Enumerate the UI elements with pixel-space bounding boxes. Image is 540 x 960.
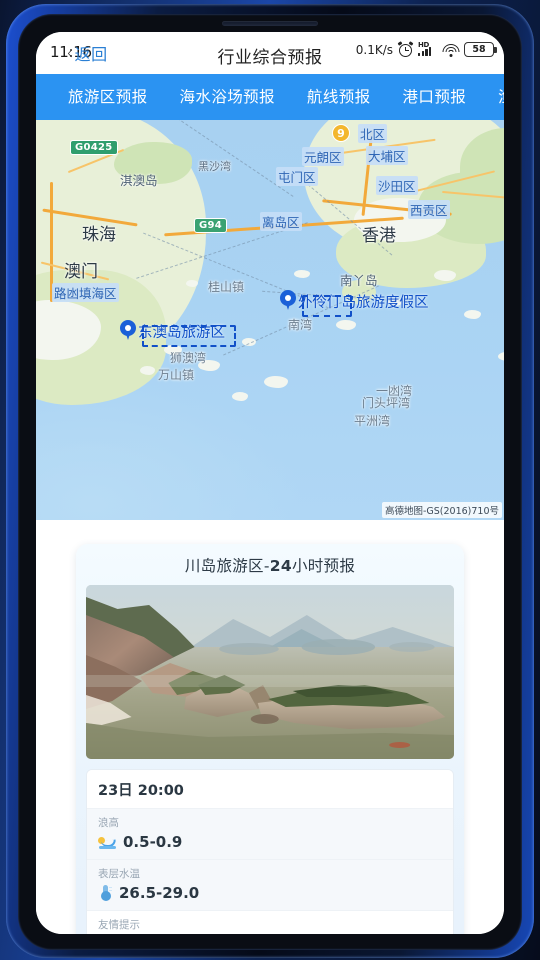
status-icons: 0.1K/s HD 58 <box>355 41 497 57</box>
forecast-card-title: 川岛旅游区-24小时预报 <box>86 554 454 576</box>
battery-icon: 58 <box>464 42 497 57</box>
map-label-nanwan: 南湾 <box>288 318 313 332</box>
tab-tourism-forecast[interactable]: 旅游区预报 <box>52 74 164 120</box>
map-node-badge: 9 <box>332 124 350 142</box>
battery-level: 58 <box>472 44 486 55</box>
map-label-macau: 澳门 <box>64 262 98 282</box>
map-label-lamma-island: 南丫岛 <box>340 273 378 288</box>
tab-route-forecast[interactable]: 航线预报 <box>291 74 387 120</box>
phone-bezel-outer: 11:16 ‹ 返回 行业综合预报 0.1K/s HD 58 旅游区预报 海水浴… <box>6 4 534 958</box>
category-tab-bar[interactable]: 旅游区预报 海水浴场预报 航线预报 港口预报 渔场 <box>36 74 504 120</box>
map-marker-wailingding-island[interactable]: 外伶仃岛旅游度假区 <box>280 290 429 312</box>
wifi-icon <box>442 43 459 57</box>
signal-icon: HD <box>418 41 437 57</box>
forecast-card: 川岛旅游区-24小时预报 23日 20:00 浪高 0.5-0.9 表层水温 2… <box>76 544 464 934</box>
map-marker-label: 东澳岛旅游区 <box>138 325 225 341</box>
phone-screen: 11:16 ‹ 返回 行业综合预报 0.1K/s HD 58 旅游区预报 海水浴… <box>36 32 504 934</box>
map-label-lugou-reclamation: 路凼填海区 <box>52 283 119 302</box>
forecast-tip-label: 友情提示 <box>98 919 140 931</box>
map-label-yuen-long: 元朗区 <box>302 147 344 166</box>
map-marker-dongao-island[interactable]: 东澳岛旅游区 <box>120 320 225 342</box>
network-speed-label: 0.1K/s <box>355 42 393 57</box>
alarm-icon <box>397 41 414 57</box>
map-attribution: 高德地图-GS(2016)710号 <box>381 502 502 518</box>
map-label-heisha-bay: 黑沙湾 <box>198 160 231 173</box>
map-label-pingzhou-bay: 平洲湾 <box>354 414 391 428</box>
map-label-qiao-island: 淇澳岛 <box>120 173 158 188</box>
islet-m <box>186 280 198 287</box>
forecast-row-value-wrap: 26.5-29.0 <box>98 884 442 902</box>
map-label-tuen-mun: 屯门区 <box>276 167 318 186</box>
forecast-detail-box: 23日 20:00 浪高 0.5-0.9 表层水温 26.5-29.0 友情提示 <box>86 769 454 934</box>
map-marker-label: 外伶仃岛旅游度假区 <box>298 295 429 311</box>
forecast-card-title-region: 川岛旅游区- <box>184 557 270 575</box>
forecast-panel-area: 川岛旅游区-24小时预报 23日 20:00 浪高 0.5-0.9 表层水温 2… <box>36 520 504 934</box>
map-label-shiao-bay: 狮澳湾 <box>170 351 207 365</box>
forecast-row-wave-height: 浪高 0.5-0.9 <box>87 808 453 859</box>
map-label-guishan-town: 桂山镇 <box>208 280 245 294</box>
map-label-hongkong: 香港 <box>362 226 396 246</box>
forecast-row-value: 0.5-0.9 <box>123 833 183 851</box>
status-bar: 11:16 ‹ 返回 行业综合预报 0.1K/s HD 58 <box>36 32 504 74</box>
forecast-row-label: 浪高 <box>98 817 119 829</box>
islet-c <box>140 366 155 375</box>
phone-frame: 11:16 ‹ 返回 行业综合预报 0.1K/s HD 58 旅游区预报 海水浴… <box>0 0 540 960</box>
phone-bezel-inner: 11:16 ‹ 返回 行业综合预报 0.1K/s HD 58 旅游区预报 海水浴… <box>18 14 522 950</box>
map-pin-icon <box>280 290 296 312</box>
islet-e <box>264 376 288 388</box>
islet-g <box>336 320 356 330</box>
forecast-row-tip: 友情提示 海上有轻浪，请注意安全 <box>87 910 453 934</box>
earpiece-speaker <box>222 21 318 26</box>
forecast-row-label: 表层水温 <box>98 868 140 880</box>
map-label-zhuhai: 珠海 <box>82 225 116 245</box>
islet-j <box>464 310 481 319</box>
forecast-card-title-suffix: 小时预报 <box>291 557 356 575</box>
map-label-sha-tin: 沙田区 <box>376 176 418 195</box>
map-label-wanshan-town: 万山镇 <box>158 368 195 382</box>
forecast-time: 23日 20:00 <box>87 770 453 808</box>
map-view[interactable]: G0425 G94 9 珠海 澳门 香港 路凼填海区 屯门区 元朗区 北区 大埔… <box>36 120 504 520</box>
islet-k <box>294 270 310 278</box>
map-label-sai-kung: 西贡区 <box>408 200 450 219</box>
map-label-mentouping-bay: 门头坪湾 <box>362 396 411 410</box>
islet-f <box>232 392 248 401</box>
forecast-card-title-hours: 24 <box>269 557 292 575</box>
map-label-north-district: 北区 <box>358 124 388 143</box>
forecast-hero-image <box>86 585 454 759</box>
map-label-tai-po: 大埔区 <box>366 146 408 165</box>
forecast-row-water-temp: 表层水温 26.5-29.0 <box>87 859 453 910</box>
forecast-row-value: 26.5-29.0 <box>119 884 200 902</box>
highway-badge-g94: G94 <box>194 218 228 233</box>
forecast-row-value-wrap: 0.5-0.9 <box>98 833 442 851</box>
tab-fishery-forecast[interactable]: 渔场 <box>482 74 504 120</box>
tab-port-forecast[interactable]: 港口预报 <box>387 74 483 120</box>
thermometer-icon <box>98 885 113 901</box>
map-label-islands: 离岛区 <box>260 212 302 231</box>
islet-i <box>434 270 456 281</box>
highway-badge-g0425: G0425 <box>70 140 118 155</box>
tab-beach-forecast[interactable]: 海水浴场预报 <box>164 74 291 120</box>
map-pin-icon <box>120 320 136 342</box>
wave-icon <box>98 835 117 849</box>
